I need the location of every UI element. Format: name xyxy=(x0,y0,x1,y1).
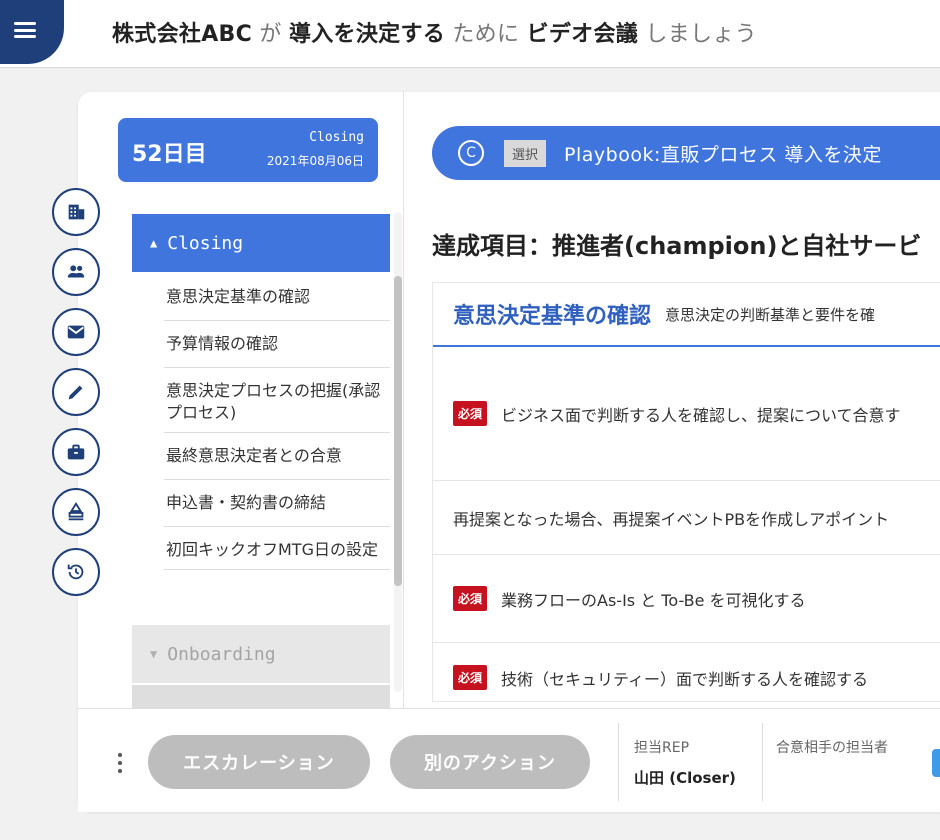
task-list: 意思決定基準の確認 予算情報の確認 意思決定プロセスの把握(承認プロセス) 最終… xyxy=(132,274,390,570)
history-icon[interactable] xyxy=(52,548,100,596)
briefcase-icon[interactable] xyxy=(52,428,100,476)
footer-divider xyxy=(618,723,619,801)
playbook-title: Playbook:直販プロセス 導入を決定 xyxy=(564,143,882,166)
task-section: 意思決定基準の確認 意思決定の判断基準と要件を確 必須 ビジネス面で判断する人を… xyxy=(432,282,940,702)
headline-action: ビデオ会議 xyxy=(526,22,639,47)
task-item[interactable]: 意思決定基準の確認 xyxy=(164,274,390,321)
rep-value: 山田 (Closer) xyxy=(634,769,736,787)
checklist-row[interactable]: 再提案となった場合、再提案イベントPBを作成しアポイント xyxy=(433,481,940,555)
page-headline: 株式会社ABC が 導入を決定する ために ビデオ会議 しましょう xyxy=(112,16,757,48)
phase-onboarding-label: Onboarding xyxy=(167,643,276,665)
required-badge: 必須 xyxy=(453,665,488,690)
menu-button[interactable] xyxy=(0,0,64,64)
chevron-up-icon: ▲ xyxy=(150,236,158,250)
required-badge: 必須 xyxy=(453,401,488,426)
hamburger-icon xyxy=(14,22,36,38)
pencil-icon[interactable] xyxy=(52,368,100,416)
rep-label: 担当REP xyxy=(634,740,690,756)
building-icon[interactable] xyxy=(52,188,100,236)
task-item[interactable]: 予算情報の確認 xyxy=(164,321,390,368)
headline-tameni: ために xyxy=(452,22,520,47)
achievement-title: 達成項目：推進者(champion)と自社サービ xyxy=(432,232,922,260)
main-card: 52日目 Closing 2021年08月06日 ▲ Closing 意思決定基… xyxy=(78,92,940,812)
closing-circle-icon: C xyxy=(458,140,484,166)
day-date: 2021年08月06日 xyxy=(266,154,364,168)
day-counter: 52日目 Closing 2021年08月06日 xyxy=(118,118,378,182)
top-header: 株式会社ABC が 導入を決定する ために ビデオ会議 しましょう xyxy=(0,0,940,68)
checklist-text: 再提案となった場合、再提案イベントPBを作成しアポイント xyxy=(453,509,890,529)
required-badge: 必須 xyxy=(453,586,488,611)
phase-onboarding-header[interactable]: ▼ Onboarding xyxy=(132,625,390,683)
chevron-down-icon: ▼ xyxy=(150,647,158,661)
headline-goal: 導入を決定する xyxy=(288,22,446,47)
section-header: 意思決定基準の確認 意思決定の判断基準と要件を確 xyxy=(433,283,940,347)
headline-company: 株式会社ABC xyxy=(112,22,253,47)
task-item[interactable]: 申込書・契約書の締結 xyxy=(164,480,390,527)
mail-icon[interactable] xyxy=(52,308,100,356)
playbook-bar[interactable]: C 選択 Playbook:直販プロセス 導入を決定 xyxy=(432,126,940,180)
people-icon[interactable] xyxy=(52,248,100,296)
footer-divider xyxy=(762,723,763,801)
counterpart-label: 合意相手の担当者 xyxy=(776,740,888,756)
task-item[interactable]: 最終意思決定者との合意 xyxy=(164,433,390,480)
headline-suffix: しましょう xyxy=(645,22,757,47)
day-count: 52日目 xyxy=(132,142,207,167)
task-item[interactable]: 初回キックオフMTG日の設定 xyxy=(164,527,390,570)
phase-closing-header[interactable]: ▲ Closing xyxy=(132,214,390,272)
scrollbar-thumb[interactable] xyxy=(394,276,402,586)
icon-rail xyxy=(52,188,102,608)
section-description: 意思決定の判断基準と要件を確 xyxy=(665,305,876,324)
task-item[interactable]: 意思決定プロセスの把握(承認プロセス) xyxy=(164,368,390,433)
timeline-panel: 52日目 Closing 2021年08月06日 ▲ Closing 意思決定基… xyxy=(78,92,404,715)
checklist-row[interactable]: 必須 ビジネス面で判断する人を確認し、提案について合意す xyxy=(433,347,940,481)
checklist-text: ビジネス面で判断する人を確認し、提案について合意す xyxy=(501,405,901,425)
checklist-text: 業務フローのAs-Is と To-Be を可視化する xyxy=(501,590,806,610)
stamp-icon[interactable] xyxy=(52,488,100,536)
other-action-button[interactable]: 別のアクション xyxy=(390,735,590,789)
escalation-button[interactable]: エスカレーション xyxy=(148,735,370,789)
task-scrollbar[interactable] xyxy=(394,212,402,692)
day-phase: Closing xyxy=(309,130,364,145)
checklist-row[interactable]: 必須 業務フローのAs-Is と To-Be を可視化する xyxy=(433,555,940,643)
checklist-text: 技術（セキュリティー）面で判断する人を確認する xyxy=(501,669,869,689)
counterpart-select[interactable] xyxy=(932,749,940,777)
phase-closing-label: Closing xyxy=(167,232,244,254)
more-menu-icon[interactable] xyxy=(118,753,122,773)
headline-particle: が xyxy=(259,22,282,47)
checklist-row[interactable]: 必須 技術（セキュリティー）面で判断する人を確認する xyxy=(433,643,940,701)
footer-bar: エスカレーション 別のアクション 担当REP 山田 (Closer) 合意相手の… xyxy=(78,708,940,812)
section-title: 意思決定基準の確認 xyxy=(453,304,652,329)
select-tag[interactable]: 選択 xyxy=(504,139,547,167)
